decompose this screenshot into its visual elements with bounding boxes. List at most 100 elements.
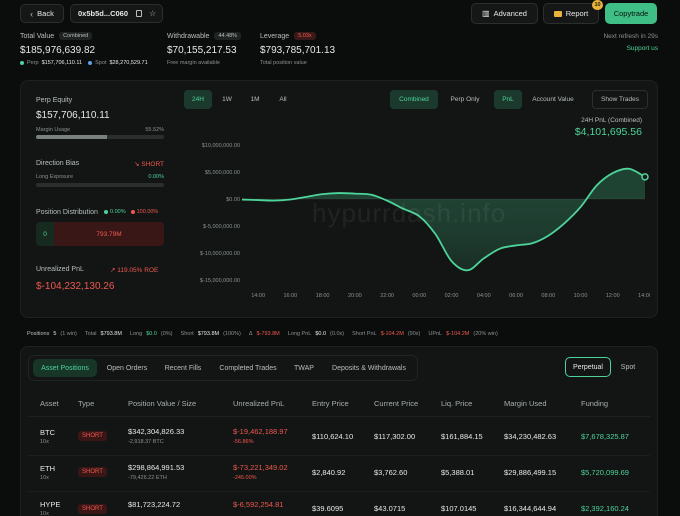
timeframe-1m[interactable]: 1M: [242, 90, 268, 109]
row-divider: [28, 491, 650, 492]
position-value: $342,304,826.33: [128, 427, 185, 436]
chart-bars-icon: ▥: [482, 9, 490, 18]
toggle-spot[interactable]: Spot: [613, 357, 643, 377]
col-entry-price[interactable]: Entry Price: [312, 399, 349, 408]
position-size: -79,426.22 ETH: [128, 475, 167, 481]
metric-selector: PnL Account Value: [494, 90, 584, 109]
x-tick-label: 08:00: [541, 293, 555, 299]
metric-pnl[interactable]: PnL: [494, 90, 522, 109]
liq-price: $107.0145: [441, 504, 477, 513]
margin-used: $16,344,644.94: [504, 504, 557, 513]
wallet-address: 0x5b5d...C060: [78, 9, 129, 18]
perp-dot: [20, 61, 24, 65]
short-dot: [130, 210, 135, 214]
funding: $7,678,325.87: [581, 432, 629, 441]
tab-completed-trades[interactable]: Completed Trades: [213, 359, 283, 377]
distribution-long-segment: 0: [36, 222, 54, 246]
back-label: Back: [37, 9, 54, 18]
address-chip[interactable]: 0x5b5d...C060 ☆: [70, 4, 163, 23]
asset-name: HYPE: [40, 500, 61, 509]
y-tick-label: $-5,000,000.00: [203, 224, 240, 230]
roe-value: ↗ 119.05% ROE: [110, 267, 159, 274]
table-divider: [28, 416, 650, 417]
distribution-bar: 0 793.79M: [36, 222, 164, 246]
asset-name: BTC: [40, 428, 55, 437]
chevron-left-icon: ‹: [30, 8, 34, 19]
back-button[interactable]: ‹ Back: [20, 4, 64, 23]
distribution-legend: 0.00% 100.00%: [104, 209, 158, 215]
pnl-end-marker: [641, 173, 649, 181]
tab-asset-positions[interactable]: Asset Positions: [33, 359, 97, 377]
margin-usage-label: Margin Usage: [36, 127, 71, 133]
advanced-button[interactable]: ▥ Advanced: [471, 3, 538, 24]
position-value: $298,864,991.53: [128, 463, 185, 472]
tab-twap[interactable]: TWAP: [287, 359, 321, 377]
row-divider: [28, 455, 650, 456]
x-tick-label: 18:00: [316, 293, 330, 299]
current-price: $117,302.00: [374, 432, 416, 441]
col-funding[interactable]: Funding: [581, 399, 608, 408]
toggle-perpetual[interactable]: Perpetual: [565, 357, 611, 377]
report-label: Report: [565, 9, 589, 18]
long-dot: [104, 210, 108, 214]
timeframe-24h[interactable]: 24H: [184, 90, 212, 109]
col-liq-price[interactable]: Liq. Price: [441, 399, 472, 408]
positions-stats-bar: Positions 5 (1 win) Total $793.8M Long $…: [27, 331, 498, 337]
type-badge: SHORT: [78, 504, 107, 514]
report-button[interactable]: Report: [543, 3, 599, 24]
col-unrealized-pnl[interactable]: Unrealized PnL: [233, 399, 284, 408]
x-tick-label: 14:00: [638, 293, 650, 299]
asset-leverage: 10x: [40, 475, 49, 481]
margin-usage-pct: 55.52%: [145, 127, 164, 133]
support-link[interactable]: Support us: [600, 45, 658, 52]
liq-price: $5,388.01: [441, 468, 475, 477]
copytrade-button[interactable]: Copytrade: [605, 3, 657, 24]
col-margin-used[interactable]: Margin Used: [504, 399, 547, 408]
timeframe-all[interactable]: All: [270, 90, 296, 109]
asset-leverage: 10x: [40, 511, 49, 516]
x-tick-label: 06:00: [509, 293, 523, 299]
perp-equity-label: Perp Equity: [36, 97, 73, 104]
perp-equity-value: $157,706,110.11: [36, 110, 110, 121]
metric-account-value[interactable]: Account Value: [524, 90, 582, 109]
x-tick-label: 02:00: [445, 293, 459, 299]
col-type[interactable]: Type: [78, 399, 94, 408]
timeframe-1w[interactable]: 1W: [214, 90, 240, 109]
col-current-price[interactable]: Current Price: [374, 399, 418, 408]
current-price: $43.0715: [374, 504, 406, 513]
star-icon[interactable]: ☆: [149, 9, 156, 18]
unrealized-pnl: $-6,592,254.81: [233, 500, 284, 509]
watermark: hypurrdash.info: [312, 198, 507, 228]
x-tick-label: 16:00: [283, 293, 297, 299]
mode-perp-only[interactable]: Perp Only: [440, 90, 490, 109]
copy-icon[interactable]: [136, 10, 143, 17]
unrealized-pnl: $-73,221,349.02: [233, 463, 288, 472]
margin-usage-bar: [36, 135, 164, 139]
trend-down-icon: ↗: [110, 267, 116, 274]
tab-open-orders[interactable]: Open Orders: [101, 359, 153, 377]
margin-usage-fill: [36, 135, 108, 139]
withdrawable-sub: Free margin available: [167, 60, 220, 66]
col-asset[interactable]: Asset: [40, 399, 59, 408]
unrealized-pnl-value: $-104,232,130.26: [36, 281, 115, 292]
long-exposure-pct: 0.00%: [148, 174, 164, 180]
spot-dot: [88, 61, 93, 65]
col-position-value[interactable]: Position Value / Size: [128, 399, 196, 408]
type-badge: SHORT: [78, 467, 107, 477]
y-tick-label: $-10,000,000.00: [200, 251, 240, 257]
mode-combined[interactable]: Combined: [390, 90, 438, 109]
x-tick-label: 00:00: [412, 293, 426, 299]
tab-deposits-withdrawals[interactable]: Deposits & Withdrawals: [325, 359, 413, 377]
unrealized-pnl: $-19,462,188.97: [233, 427, 288, 436]
x-tick-label: 12:00: [606, 293, 620, 299]
show-trades-button[interactable]: Show Trades: [592, 90, 648, 109]
tab-recent-fills[interactable]: Recent Fills: [158, 359, 208, 377]
timeframe-selector: 24H 1W 1M All: [184, 90, 296, 109]
y-tick-label: $10,000,000.00: [202, 143, 240, 149]
withdrawable-pct: 44.48%: [214, 32, 242, 40]
funding: $2,392,160.24: [581, 504, 629, 513]
type-badge: SHORT: [78, 431, 107, 441]
y-tick-label: $0.00: [226, 197, 240, 203]
x-tick-label: 04:00: [477, 293, 491, 299]
y-tick-label: $5,000,000.00: [205, 170, 240, 176]
